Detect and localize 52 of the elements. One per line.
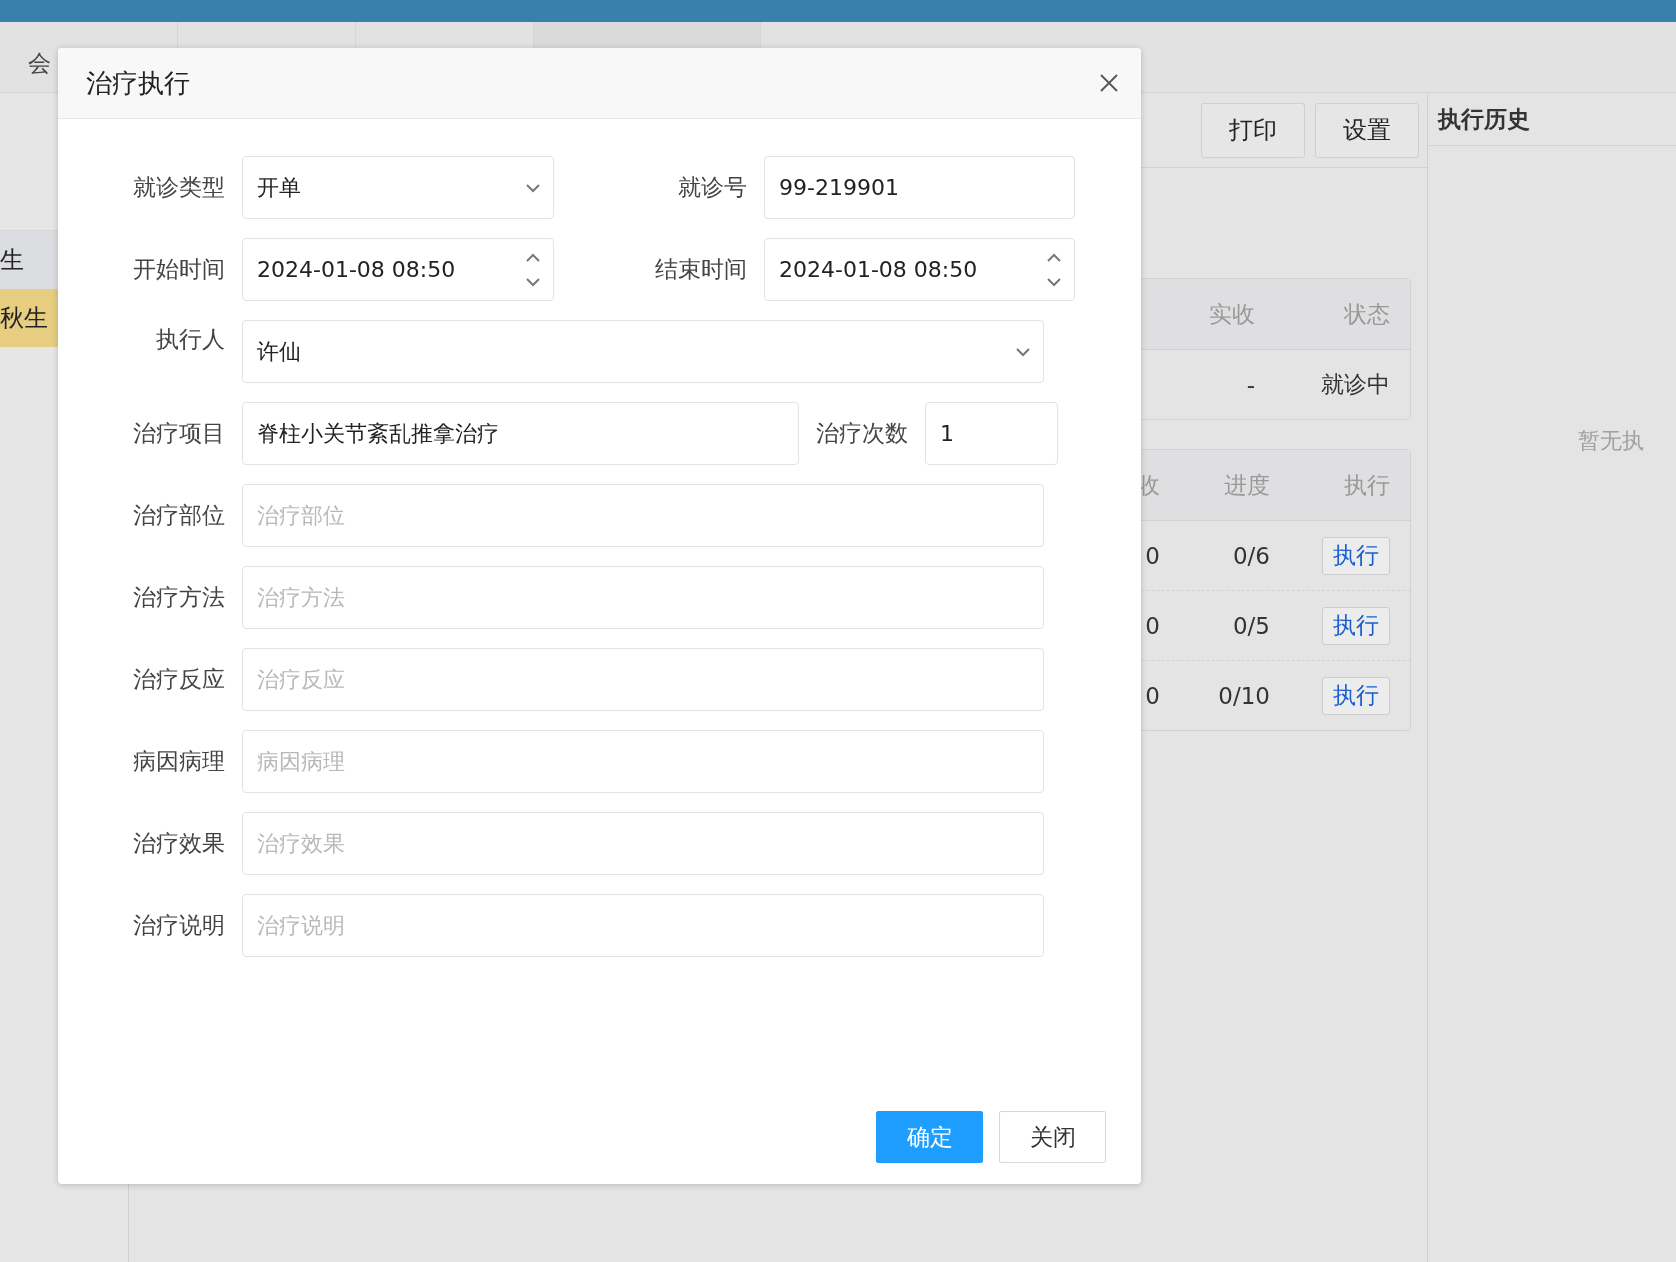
text-field[interactable]: 治疗部位 xyxy=(242,484,1044,547)
column-header: 状态 xyxy=(1343,299,1390,329)
field-label: 执行人 xyxy=(155,325,225,354)
table-cell-text: 0/6 xyxy=(1232,542,1270,569)
field-label: 开始时间 xyxy=(132,255,225,284)
close-icon[interactable] xyxy=(1099,73,1119,93)
field-label: 治疗方法 xyxy=(132,583,225,612)
chevron-down-icon xyxy=(525,182,541,193)
datetime-field[interactable]: 2024-01-08 08:50 xyxy=(242,238,554,301)
text-field[interactable]: 治疗效果 xyxy=(242,812,1044,875)
close-button[interactable]: 关闭 xyxy=(999,1111,1106,1163)
text-field[interactable]: 病因病理 xyxy=(242,730,1044,793)
toolbar-button[interactable]: 打印 xyxy=(1201,102,1305,158)
datetime-field[interactable]: 2024-01-08 08:50 xyxy=(764,238,1075,301)
execute-button[interactable]: 执行 xyxy=(1322,606,1390,645)
field-label: 结束时间 xyxy=(654,255,747,284)
table-cell-text: 0 xyxy=(1144,612,1160,639)
table-cell-text: 0 xyxy=(1144,682,1160,709)
empty-text: 暂无执 xyxy=(1578,428,1644,453)
table-cell-text: 0 xyxy=(1144,542,1160,569)
chevron-down-icon xyxy=(1015,346,1031,357)
text-field[interactable]: 治疗反应 xyxy=(242,648,1044,711)
field-label: 就诊类型 xyxy=(132,173,225,202)
field-label: 治疗反应 xyxy=(132,665,225,694)
table-cell-text: 就诊中 xyxy=(1320,370,1390,399)
execute-button[interactable]: 执行 xyxy=(1322,536,1390,575)
table-cell-text: 0/5 xyxy=(1232,612,1270,639)
table-cell-text: 0/10 xyxy=(1217,682,1270,709)
text-field[interactable]: 脊柱小关节紊乱推拿治疗 xyxy=(242,402,799,465)
field-label: 治疗项目 xyxy=(132,419,225,448)
panel-title: 执行历史 xyxy=(1438,104,1530,134)
text-field[interactable]: 1 xyxy=(925,402,1058,465)
text-field[interactable]: 99-219901 xyxy=(764,156,1075,219)
field-label: 治疗部位 xyxy=(132,501,225,530)
toolbar-button[interactable]: 设置 xyxy=(1315,102,1419,158)
field-label: 治疗效果 xyxy=(132,829,225,858)
column-header: 执行 xyxy=(1343,470,1390,500)
column-header: 实收 xyxy=(1208,299,1255,329)
spinner-icon[interactable] xyxy=(1046,251,1062,288)
column-header: 进度 xyxy=(1223,470,1270,500)
select-field[interactable]: 许仙 xyxy=(242,320,1044,383)
field-label: 病因病理 xyxy=(132,747,225,776)
field-label: 治疗次数 xyxy=(816,419,908,448)
text-field[interactable]: 治疗方法 xyxy=(242,566,1044,629)
table-cell-text: - xyxy=(1245,371,1255,398)
dialog-title: 治疗执行 xyxy=(86,66,190,100)
text-field[interactable]: 治疗说明 xyxy=(242,894,1044,957)
field-label: 就诊号 xyxy=(677,173,747,202)
execute-button[interactable]: 执行 xyxy=(1322,676,1390,715)
select-field[interactable]: 开单 xyxy=(242,156,554,219)
field-label: 治疗说明 xyxy=(132,911,225,940)
spinner-icon[interactable] xyxy=(525,251,541,288)
